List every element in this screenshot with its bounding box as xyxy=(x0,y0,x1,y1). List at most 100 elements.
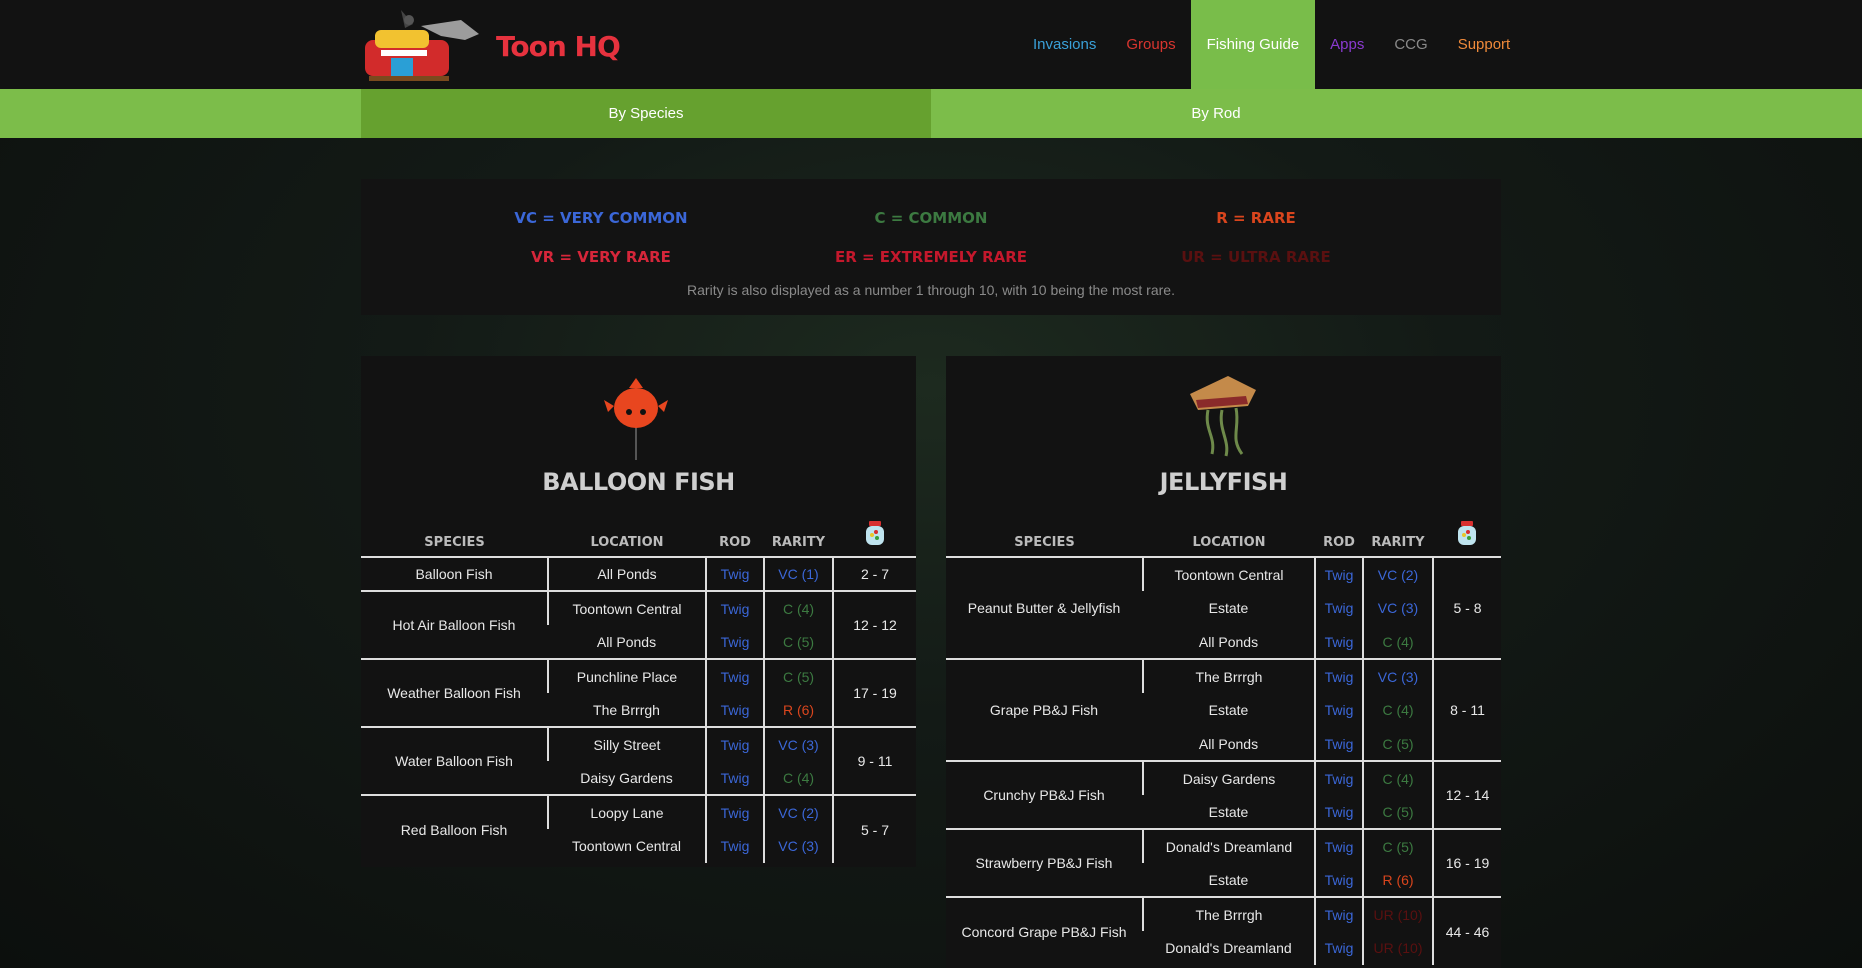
rod-link[interactable]: Twig xyxy=(1314,659,1363,693)
legend-very-common: VC = VERY COMMON xyxy=(514,209,688,227)
rod-link[interactable]: Twig xyxy=(1314,727,1363,762)
location: Punchline Place xyxy=(547,659,706,693)
rod-link[interactable]: Twig xyxy=(705,557,764,592)
col-location: LOCATION xyxy=(548,520,706,558)
species-name: Hot Air Balloon Fish xyxy=(361,591,548,660)
rod-link[interactable]: Twig xyxy=(705,795,764,829)
legend-extremely-rare: ER = EXTREMELY RARE xyxy=(834,248,1028,266)
table-row: Crunchy PB&J Fish Daisy Gardens Twig C (… xyxy=(946,761,1501,830)
species-name: Grape PB&J Fish xyxy=(946,659,1143,762)
rarity: VC (3) xyxy=(763,727,833,761)
col-jellybeans xyxy=(833,520,916,558)
location: All Ponds xyxy=(1143,625,1315,660)
rarity: C (5) xyxy=(763,625,833,660)
rod-link[interactable]: Twig xyxy=(1314,591,1363,625)
location: Donald's Dreamland xyxy=(1142,829,1315,863)
rod-link[interactable]: Twig xyxy=(705,625,764,660)
jellybean-jar-icon xyxy=(865,521,884,545)
species-name: Concord Grape PB&J Fish xyxy=(961,923,1127,940)
top-navbar: Toon HQ Invasions Groups Fishing Guide A… xyxy=(0,0,1862,89)
nav-apps[interactable]: Apps xyxy=(1315,0,1379,89)
table-row: Balloon Fish All Ponds Twig VC (1) 2 - 7 xyxy=(361,557,916,592)
rarity: VC (2) xyxy=(1362,557,1433,591)
table-row: Weather Balloon Fish Punchline Place Twi… xyxy=(361,659,916,728)
nav-groups[interactable]: Groups xyxy=(1111,0,1190,89)
rod-link[interactable]: Twig xyxy=(1314,931,1363,965)
location: Toontown Central xyxy=(1142,557,1315,591)
rarity: R (6) xyxy=(763,693,833,728)
rarity: VC (1) xyxy=(763,557,833,592)
col-species: SPECIES xyxy=(361,520,548,558)
rod-link[interactable]: Twig xyxy=(705,727,764,761)
main-nav: Invasions Groups Fishing Guide Apps CCG … xyxy=(1018,0,1525,89)
col-location: LOCATION xyxy=(1143,520,1315,558)
table-row: Water Balloon Fish Silly Street Twig VC … xyxy=(361,727,916,796)
table-row: Strawberry PB&J Fish Donald's Dreamland … xyxy=(946,829,1501,898)
rod-link[interactable]: Twig xyxy=(1314,557,1363,591)
jellybean-jar-icon xyxy=(1458,521,1476,545)
legend-ultra-rare: UR = ULTRA RARE xyxy=(1181,248,1331,266)
rarity: R (6) xyxy=(1362,863,1433,898)
species-name: Weather Balloon Fish xyxy=(361,659,548,728)
species-name: Peanut Butter & Jellyfish xyxy=(946,557,1143,660)
balloon-fish-icon xyxy=(604,378,668,460)
rod-link[interactable]: Twig xyxy=(705,829,764,863)
jellybean-range: 5 - 7 xyxy=(832,795,916,863)
col-rod: ROD xyxy=(1315,520,1363,558)
brand-logo[interactable]: Toon HQ xyxy=(361,6,621,82)
rarity: VC (3) xyxy=(1362,659,1433,693)
rarity: C (4) xyxy=(1362,625,1433,660)
location: Daisy Gardens xyxy=(1142,761,1315,795)
species-name: Balloon Fish xyxy=(361,557,548,592)
legend-very-rare: VR = VERY RARE xyxy=(531,248,671,266)
rarity: C (4) xyxy=(1362,761,1433,795)
table-row: Concord Grape PB&J Fish The Brrrgh Twig … xyxy=(946,897,1501,965)
tab-by-rod[interactable]: By Rod xyxy=(931,89,1501,138)
location: All Ponds xyxy=(547,557,706,592)
nav-ccg[interactable]: CCG xyxy=(1379,0,1442,89)
rarity: UR (10) xyxy=(1362,897,1433,931)
jellybean-range: 12 - 14 xyxy=(1432,761,1501,830)
col-rod: ROD xyxy=(706,520,764,558)
jellybean-range: 12 - 12 xyxy=(832,591,916,660)
rod-link[interactable]: Twig xyxy=(1314,625,1363,660)
rod-link[interactable]: Twig xyxy=(705,659,764,693)
table-row: Hot Air Balloon Fish Toontown Central Tw… xyxy=(361,591,916,660)
rod-link[interactable]: Twig xyxy=(1314,863,1363,898)
rod-link[interactable]: Twig xyxy=(1314,693,1363,727)
jellybean-range: 44 - 46 xyxy=(1432,897,1501,965)
rod-link[interactable]: Twig xyxy=(705,761,764,796)
balloon-fish-card: BALLOON FISH SPECIES LOCATION ROD RARITY… xyxy=(361,356,916,867)
location: Silly Street xyxy=(547,727,706,761)
rarity: UR (10) xyxy=(1362,931,1433,965)
rod-link[interactable]: Twig xyxy=(705,591,764,625)
nav-fishing-guide[interactable]: Fishing Guide xyxy=(1190,0,1316,89)
rod-link[interactable]: Twig xyxy=(1314,761,1363,795)
col-jellybeans xyxy=(1433,520,1501,558)
location: Toontown Central xyxy=(572,838,681,854)
legend-common: C = COMMON xyxy=(874,209,988,227)
legend-rare: R = RARE xyxy=(1216,209,1296,227)
rarity: VC (3) xyxy=(1362,591,1433,625)
jellyfish-title: JELLYFISH xyxy=(1159,468,1288,496)
species-name: Red Balloon Fish xyxy=(400,821,508,838)
location: The Brrrgh xyxy=(548,693,706,728)
balloon-fish-title: BALLOON FISH xyxy=(542,468,735,496)
nav-invasions[interactable]: Invasions xyxy=(1018,0,1111,89)
rarity: VC (2) xyxy=(763,795,833,829)
rod-link[interactable]: Twig xyxy=(1314,795,1363,830)
jellyfish-table: SPECIES LOCATION ROD RARITY Peanut Butte… xyxy=(946,520,1501,965)
rod-link[interactable]: Twig xyxy=(1314,829,1363,863)
table-row: Peanut Butter & Jellyfish Toontown Centr… xyxy=(946,557,1501,660)
rarity: C (5) xyxy=(1362,727,1433,762)
col-species: SPECIES xyxy=(946,520,1143,558)
location: All Ponds xyxy=(548,625,706,660)
location: Estate xyxy=(1143,863,1315,898)
nav-support[interactable]: Support xyxy=(1443,0,1526,89)
rarity: C (4) xyxy=(763,761,833,796)
rarity-legend: VC = VERY COMMON C = COMMON R = RARE VR … xyxy=(361,179,1501,315)
rod-link[interactable]: Twig xyxy=(705,693,764,728)
tab-by-species[interactable]: By Species xyxy=(361,89,931,138)
rarity: C (4) xyxy=(763,591,833,625)
rod-link[interactable]: Twig xyxy=(1314,897,1363,931)
